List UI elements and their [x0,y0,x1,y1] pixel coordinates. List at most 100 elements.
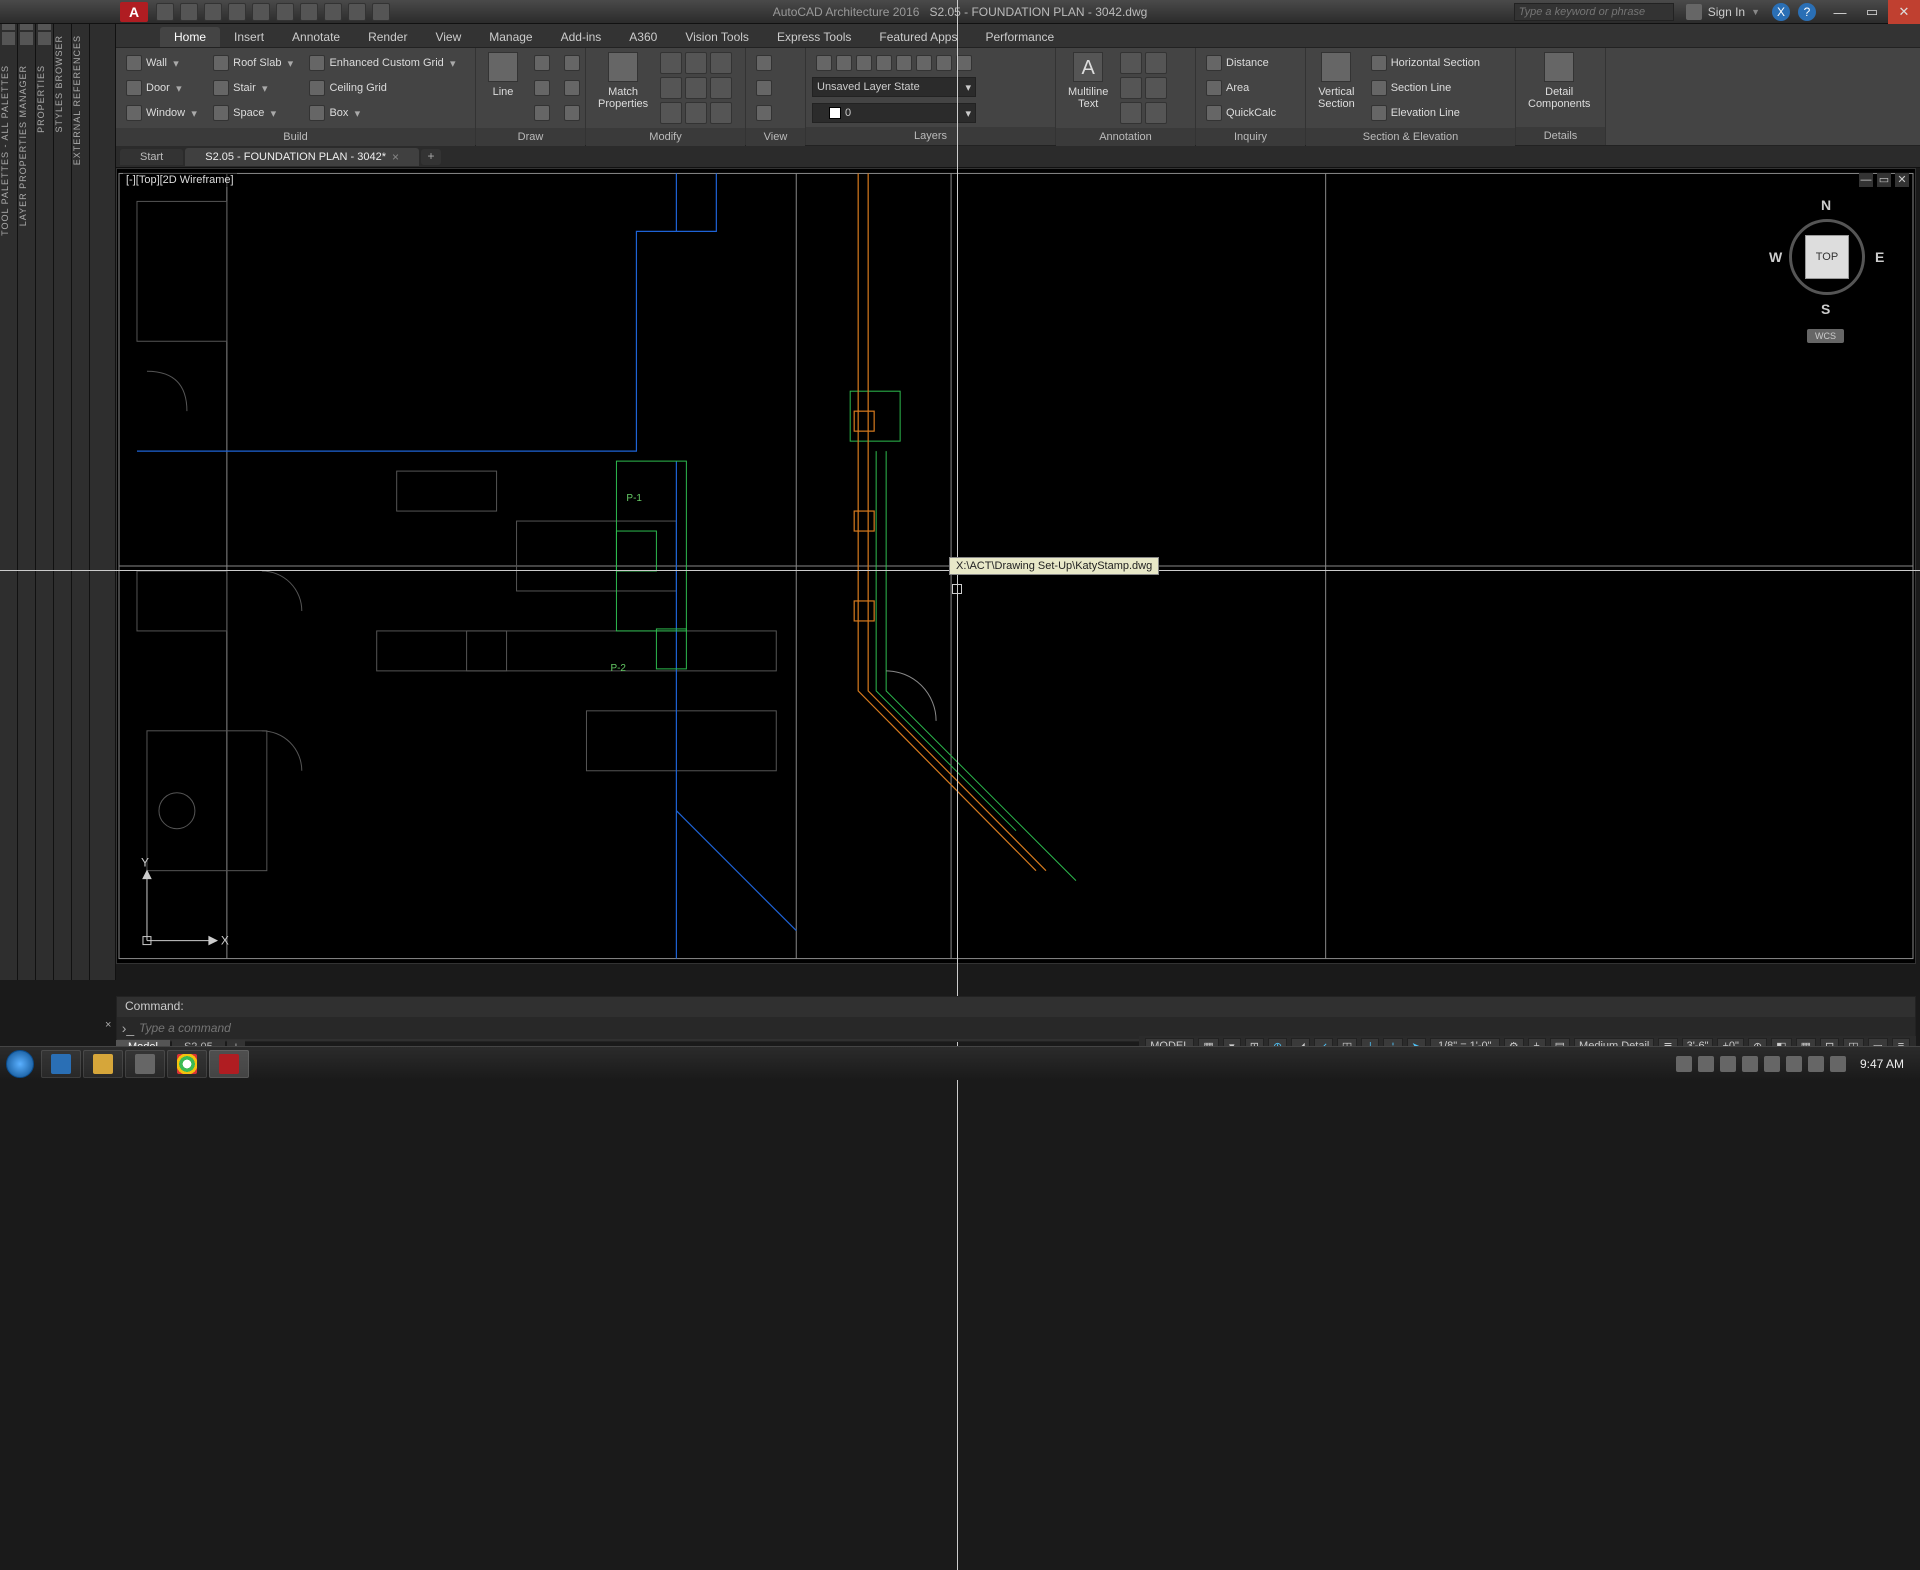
tab-render[interactable]: Render [354,27,421,47]
match-props-button[interactable]: Match Properties [592,52,654,110]
rotate-icon[interactable] [660,77,682,99]
minimize-button[interactable]: ― [1824,0,1856,24]
exchange-icon[interactable]: X [1772,3,1790,21]
tray-icon[interactable] [1720,1056,1736,1072]
qat-icon[interactable] [300,3,318,21]
view-tool[interactable] [752,77,776,99]
tab-featured[interactable]: Featured Apps [865,27,971,47]
detail-button[interactable]: Detail Components [1522,52,1596,110]
window-button[interactable]: Window▾ [122,102,203,124]
distance-button[interactable]: Distance [1202,52,1280,74]
move-icon[interactable] [660,52,682,74]
compass-w[interactable]: W [1769,249,1782,265]
area-button[interactable]: Area [1202,77,1280,99]
tab-manage[interactable]: Manage [475,27,546,47]
draw-tool[interactable] [560,77,584,99]
palette-xrefs[interactable]: EXTERNAL REFERENCES [72,35,82,165]
layer-tool[interactable] [812,52,976,74]
tray-icon[interactable] [1698,1056,1714,1072]
elevline-button[interactable]: Elevation Line [1367,102,1484,124]
anno-icon[interactable] [1145,77,1167,99]
tab-vision[interactable]: Vision Tools [671,27,763,47]
trim-icon[interactable] [660,102,682,124]
tab-performance[interactable]: Performance [971,27,1068,47]
array-icon[interactable] [710,102,732,124]
sectionline-button[interactable]: Section Line [1367,77,1484,99]
draw-tool[interactable] [530,102,554,124]
stair-button[interactable]: Stair▾ [209,77,299,99]
panel-inquiry-title[interactable]: Inquiry [1196,128,1305,146]
taskbar-explorer[interactable] [83,1050,123,1078]
viewcube[interactable]: TOP N S E W WCS [1765,179,1885,359]
tab-addins[interactable]: Add-ins [547,27,616,47]
grid-button[interactable]: Enhanced Custom Grid▾ [305,52,461,74]
layer-state-dropdown[interactable]: Unsaved Layer State▾ [812,77,976,97]
tab-insert[interactable]: Insert [220,27,278,47]
copy-icon[interactable] [685,52,707,74]
mirror-icon[interactable] [685,77,707,99]
viewcube-face[interactable]: TOP [1805,235,1849,279]
wall-button[interactable]: Wall▾ [122,52,203,74]
layer-dropdown[interactable]: 0▾ [812,103,976,123]
qat-open-icon[interactable] [180,3,198,21]
tab-a360[interactable]: A360 [615,27,671,47]
start-button[interactable] [0,1047,40,1081]
door-button[interactable]: Door▾ [122,77,203,99]
draw-tool[interactable] [560,102,584,124]
command-input[interactable] [139,1021,1915,1035]
maximize-button[interactable]: ▭ [1856,0,1888,24]
file-tab-active[interactable]: S2.05 - FOUNDATION PLAN - 3042*× [185,148,419,166]
start-tab[interactable]: Start [120,149,183,165]
space-button[interactable]: Space▾ [209,102,299,124]
drawing-canvas[interactable]: [-][Top][2D Wireframe] ― ▭ ✕ [116,168,1916,964]
line-button[interactable]: Line [482,52,524,98]
mtext-button[interactable]: AMultiline Text [1062,52,1114,110]
system-clock[interactable]: 9:47 AM [1852,1057,1912,1071]
scale-icon[interactable] [710,77,732,99]
qat-icon[interactable] [324,3,342,21]
draw-tool[interactable] [530,52,554,74]
app-menu-button[interactable]: A [120,2,148,22]
draw-tool[interactable] [530,77,554,99]
help-icon[interactable]: ? [1798,3,1816,21]
tray-icon[interactable] [1764,1056,1780,1072]
palette-props[interactable]: PROPERTIES [36,65,46,133]
qat-undo-icon[interactable] [252,3,270,21]
extend-icon[interactable] [685,102,707,124]
hsection-button[interactable]: Horizontal Section [1367,52,1484,74]
vsection-button[interactable]: Vertical Section [1312,52,1361,110]
tab-express[interactable]: Express Tools [763,27,865,47]
qat-icon[interactable] [372,3,390,21]
view-tool[interactable] [752,102,776,124]
panel-build-title[interactable]: Build [116,128,475,146]
table-icon[interactable] [1120,77,1142,99]
vp-close-icon[interactable]: ✕ [1895,173,1909,187]
tray-icon[interactable] [1676,1056,1692,1072]
anno-icon[interactable] [1145,102,1167,124]
compass-e[interactable]: E [1875,249,1884,265]
panel-modify-title[interactable]: Modify [586,128,745,146]
panel-draw-title[interactable]: Draw [476,128,585,146]
cmd-chevron-icon[interactable]: ›_ [117,1020,139,1036]
tab-view[interactable]: View [421,27,475,47]
qat-redo-icon[interactable] [276,3,294,21]
new-tab-button[interactable]: + [421,149,441,165]
ceiling-button[interactable]: Ceiling Grid [305,77,461,99]
tray-icon[interactable] [1742,1056,1758,1072]
taskbar-item[interactable] [125,1050,165,1078]
panel-annotation-title[interactable]: Annotation [1056,128,1195,146]
panel-view-title[interactable]: View [746,128,805,146]
qat-save-icon[interactable] [204,3,222,21]
palette-styles[interactable]: STYLES BROWSER [54,35,64,133]
close-tab-icon[interactable]: × [392,150,399,164]
help-search-input[interactable] [1514,3,1674,21]
signin-button[interactable]: Sign In▼ [1686,4,1760,20]
compass-n[interactable]: N [1821,197,1831,213]
taskbar-autocad[interactable] [209,1050,249,1078]
palette-tool[interactable]: TOOL PALETTES - ALL PALETTES [0,65,10,236]
qat-icon[interactable] [348,3,366,21]
tab-annotate[interactable]: Annotate [278,27,354,47]
tray-icon[interactable] [1786,1056,1802,1072]
cmdline-close-icon[interactable]: × [105,1019,117,1031]
panel-section-title[interactable]: Section & Elevation [1306,128,1515,146]
